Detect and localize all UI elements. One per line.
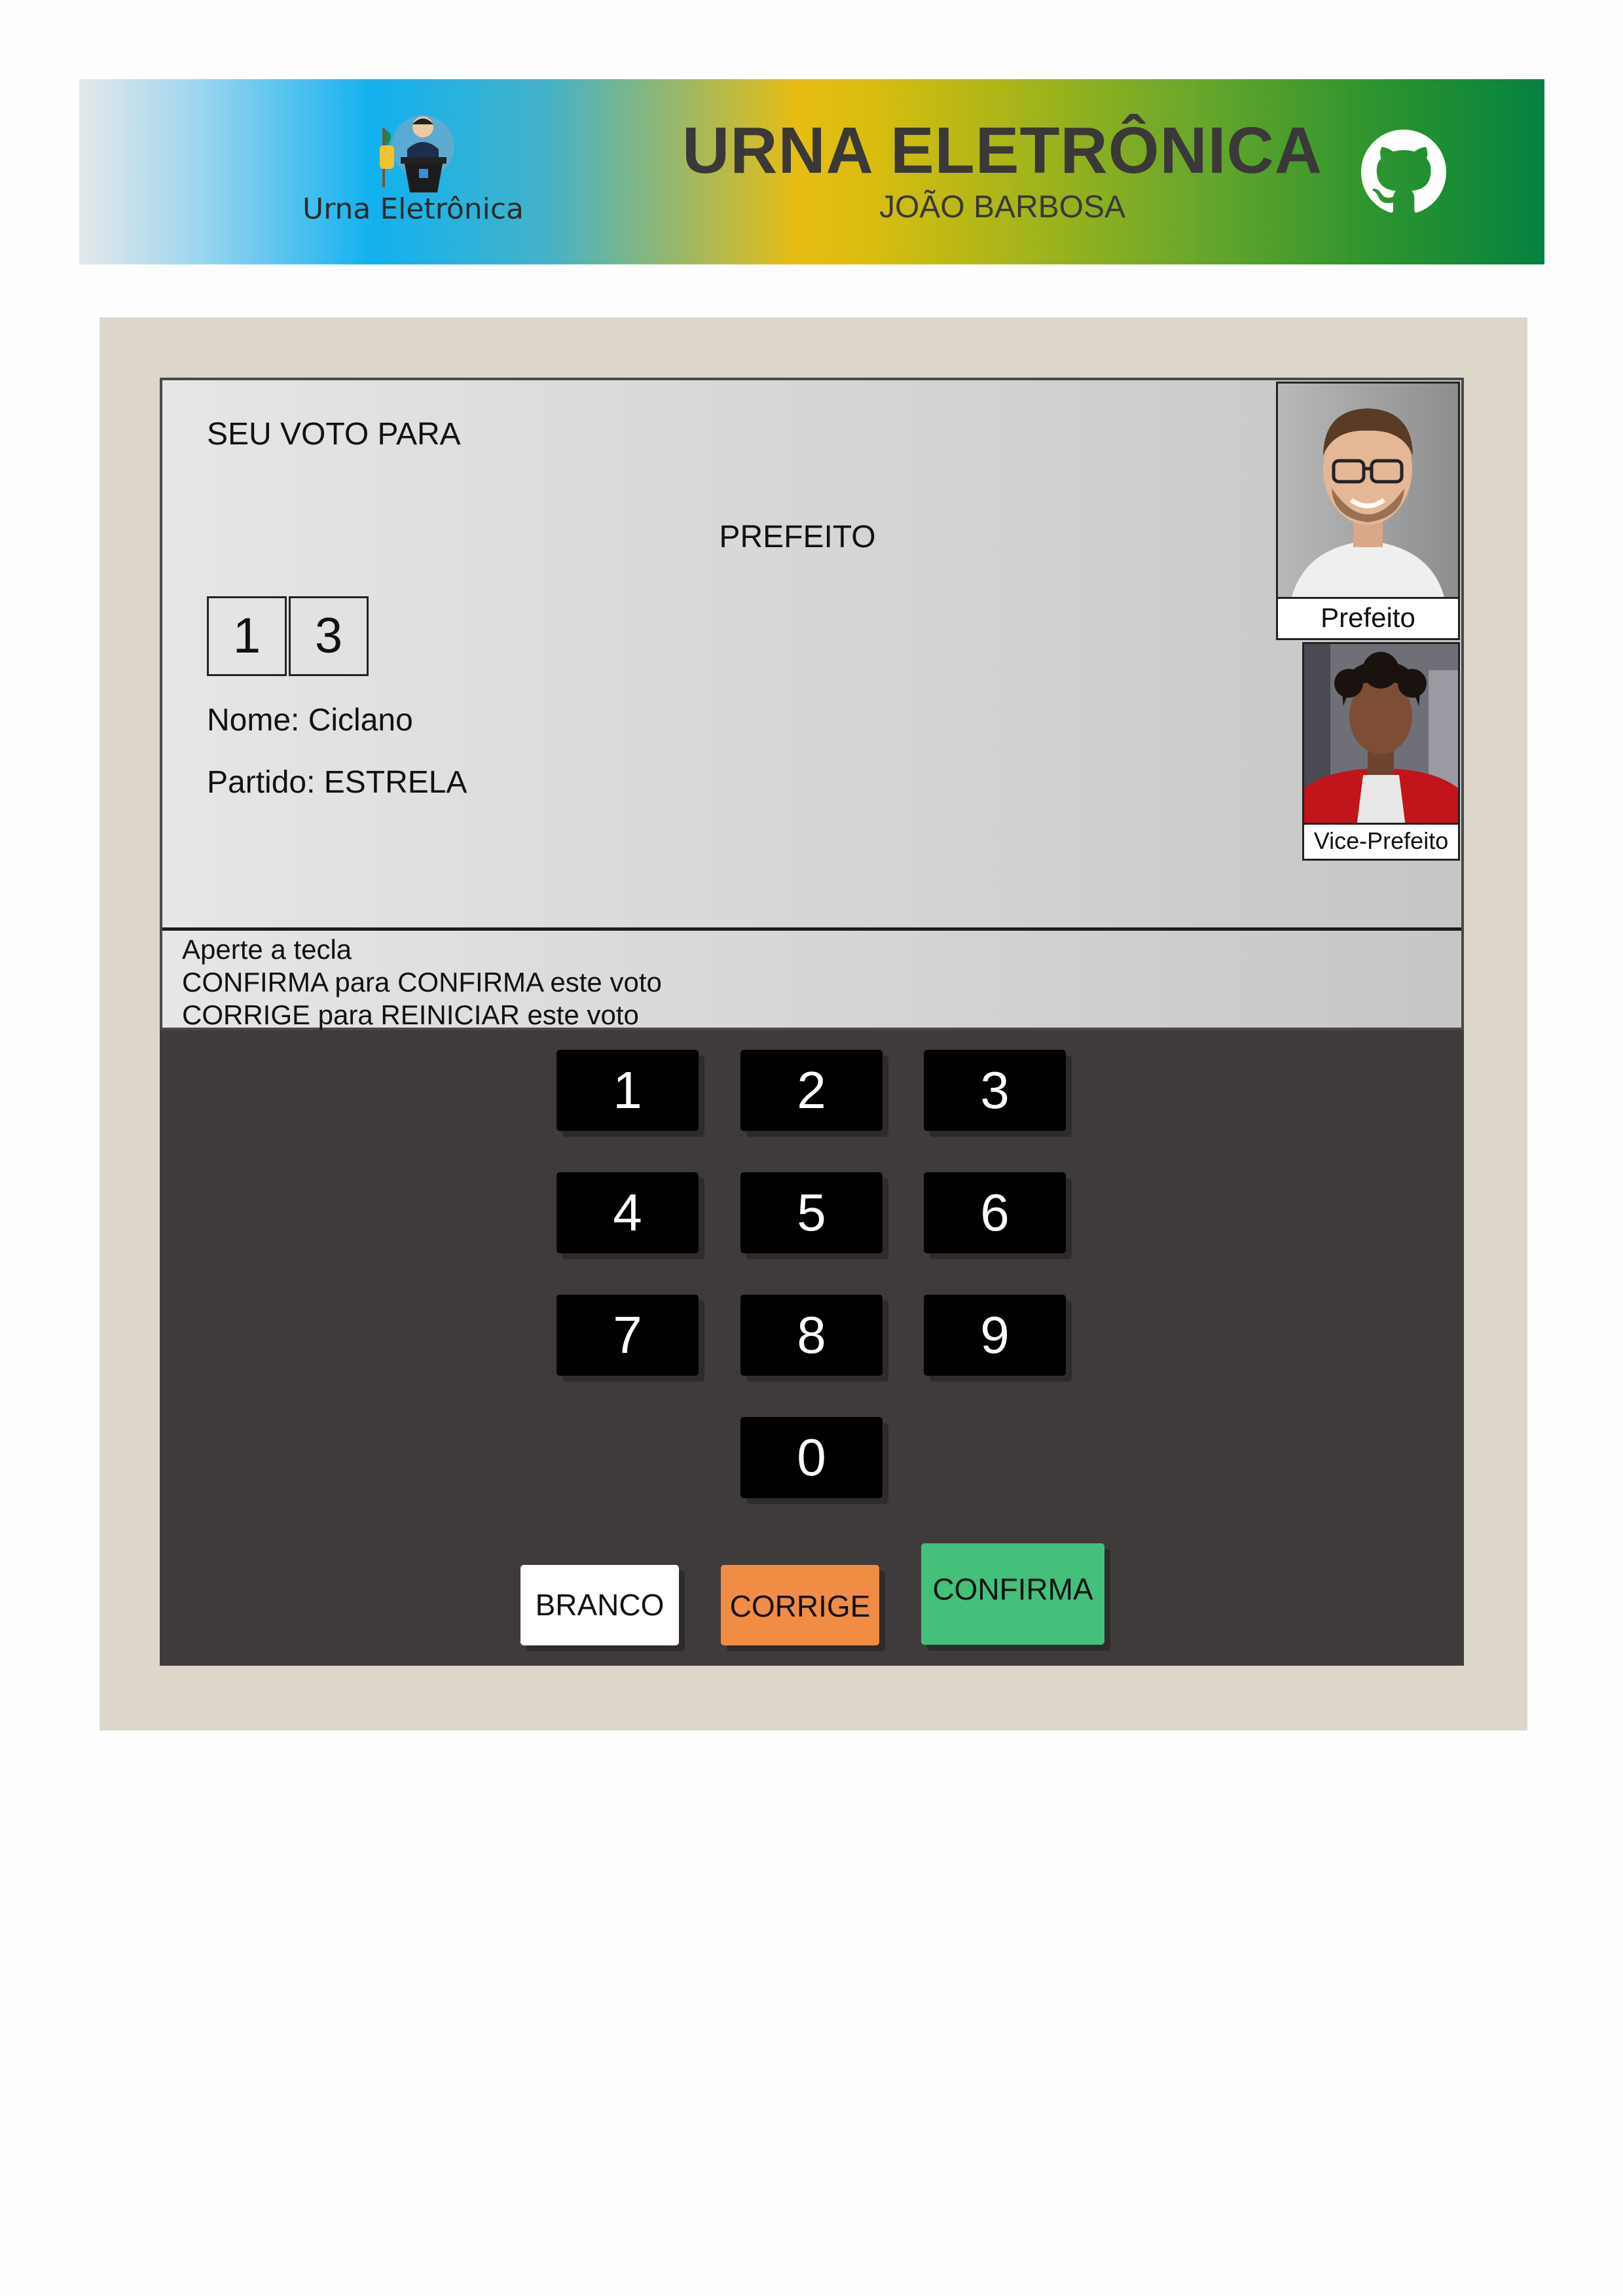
- key-7[interactable]: 7: [556, 1295, 699, 1376]
- seu-voto-label: SEU VOTO PARA: [207, 417, 461, 452]
- instruction-panel: Aperte a tecla CONFIRMA para CONFIRMA es…: [162, 927, 1461, 1030]
- key-8[interactable]: 8: [740, 1295, 883, 1376]
- branco-button[interactable]: BRANCO: [520, 1565, 679, 1645]
- number-digit-box: 1: [207, 596, 287, 676]
- key-9[interactable]: 9: [924, 1295, 1066, 1376]
- key-0[interactable]: 0: [740, 1417, 883, 1498]
- prefeito-photo: Prefeito: [1276, 382, 1460, 640]
- page-title: URNA ELETRÔNICA: [682, 114, 1322, 187]
- cargo-label: PREFEITO: [719, 520, 876, 554]
- header-banner: Urna Eletrônica URNA ELETRÔNICA JOÃO BAR…: [79, 79, 1544, 264]
- key-5[interactable]: 5: [740, 1172, 883, 1253]
- instruction-line: CORRIGE para REINICIAR este voto: [182, 999, 639, 1030]
- key-4[interactable]: 4: [556, 1172, 699, 1253]
- number-digit-box: 3: [289, 596, 369, 676]
- candidate-party: Partido: ESTRELA: [207, 765, 467, 800]
- prefeito-photo-label: Prefeito: [1278, 597, 1458, 638]
- instruction-line: Aperte a tecla: [182, 934, 352, 965]
- key-1[interactable]: 1: [556, 1050, 699, 1131]
- vice-prefeito-photo: Vice-Prefeito: [1302, 642, 1460, 861]
- page-subtitle: JOÃO BARBOSA: [879, 190, 1126, 224]
- logo-text: Urna Eletrônica: [302, 192, 524, 226]
- key-6[interactable]: 6: [924, 1172, 1066, 1253]
- voting-screen: SEU VOTO PARA PREFEITO 1 3 Nome: Ciclano…: [160, 378, 1464, 1030]
- urna-logo-icon: [377, 109, 462, 194]
- keypad: 1 2 3 4 5 6 7 8 9 0 BRANCO CORRIGE CONFI…: [160, 1030, 1464, 1666]
- github-icon[interactable]: [1361, 130, 1446, 215]
- instruction-line: CONFIRMA para CONFIRMA este voto: [182, 967, 662, 997]
- key-3[interactable]: 3: [924, 1050, 1066, 1131]
- corrige-button[interactable]: CORRIGE: [721, 1565, 879, 1645]
- vice-prefeito-photo-label: Vice-Prefeito: [1304, 823, 1458, 859]
- key-2[interactable]: 2: [740, 1050, 883, 1131]
- confirma-button[interactable]: CONFIRMA: [921, 1543, 1104, 1645]
- candidate-name: Nome: Ciclano: [207, 703, 413, 738]
